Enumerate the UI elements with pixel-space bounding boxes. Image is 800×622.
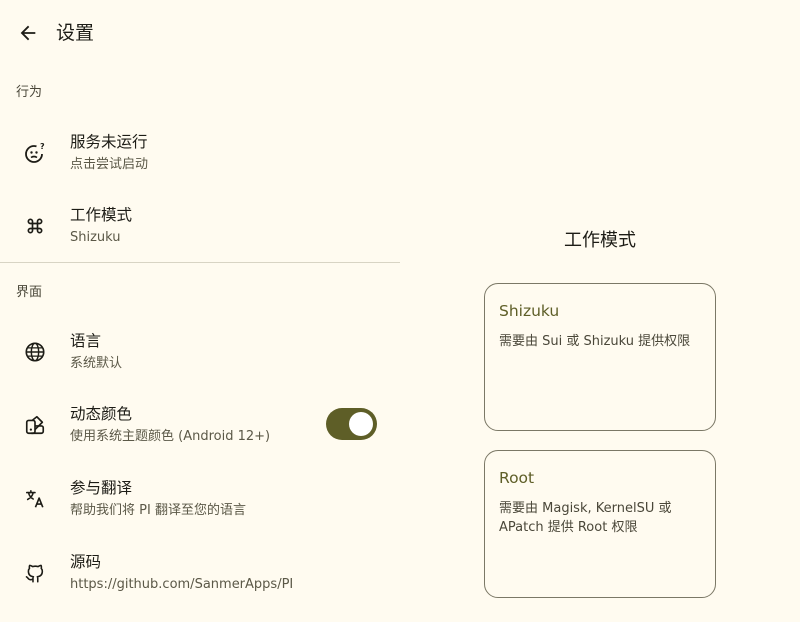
page-title: 设置	[56, 22, 95, 44]
translate-icon	[22, 486, 48, 512]
top-app-bar: 设置	[0, 0, 400, 66]
arrow-back-icon	[20, 25, 36, 41]
source-title: 源码	[70, 553, 102, 571]
palette-swatch-icon	[22, 412, 48, 438]
section-header-interface: 界面	[16, 285, 43, 300]
service-status-icon: ?	[22, 140, 48, 166]
work-mode-panel-title: 工作模式	[564, 230, 636, 251]
setting-item-service[interactable]: ? 服务未运行 点击尝试启动	[0, 118, 400, 188]
work-mode-title: 工作模式	[70, 206, 133, 224]
command-icon	[22, 213, 48, 239]
translate-subtitle: 帮助我们将 PI 翻译至您的语言	[70, 503, 246, 518]
mode-card-title: Root	[499, 469, 535, 487]
translate-title: 参与翻译	[70, 479, 133, 497]
mode-card-description: 需要由 Magisk, KernelSU 或 APatch 提供 Root 权限	[499, 501, 672, 535]
section-divider	[0, 262, 400, 263]
setting-item-source[interactable]: 源码 https://github.com/SanmerApps/PI	[0, 538, 400, 608]
service-subtitle: 点击尝试启动	[70, 157, 149, 172]
dynamic-color-subtitle: 使用系统主题颜色 (Android 12+)	[70, 429, 271, 444]
dynamic-color-switch[interactable]	[326, 408, 377, 440]
source-subtitle: https://github.com/SanmerApps/PI	[70, 577, 294, 592]
setting-item-translate[interactable]: 参与翻译 帮助我们将 PI 翻译至您的语言	[0, 464, 400, 534]
github-icon	[22, 560, 48, 586]
work-mode-subtitle: Shizuku	[70, 230, 121, 245]
mode-card-shizuku[interactable]: Shizuku 需要由 Sui 或 Shizuku 提供权限	[484, 283, 716, 431]
language-subtitle: 系统默认	[70, 356, 123, 371]
mode-card-root[interactable]: Root 需要由 Magisk, KernelSU 或 APatch 提供 Ro…	[484, 450, 716, 598]
dynamic-color-title: 动态颜色	[70, 405, 133, 423]
mode-card-description: 需要由 Sui 或 Shizuku 提供权限	[499, 334, 691, 349]
settings-screen: 设置 行为 ? 服务未运行 点击尝试启动 工作模式 Shizuku 界面 语言 …	[0, 0, 800, 622]
language-title: 语言	[70, 332, 102, 350]
mode-card-title: Shizuku	[499, 302, 560, 320]
svg-text:?: ?	[40, 142, 45, 151]
section-header-behavior: 行为	[16, 85, 43, 100]
service-title: 服务未运行	[70, 133, 148, 151]
switch-knob	[349, 412, 373, 436]
setting-item-language[interactable]: 语言 系统默认	[0, 317, 400, 387]
globe-icon	[22, 339, 48, 365]
setting-item-work-mode[interactable]: 工作模式 Shizuku	[0, 191, 400, 261]
back-button[interactable]	[12, 17, 44, 49]
